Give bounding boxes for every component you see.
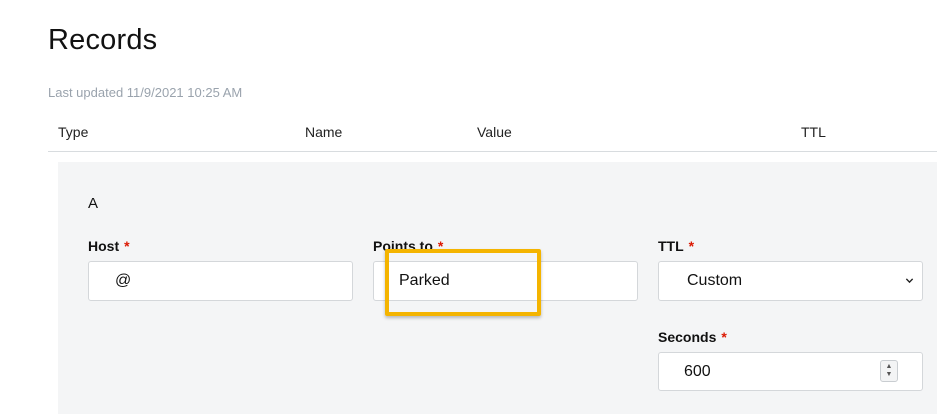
required-mark: * bbox=[721, 329, 727, 345]
last-updated-text: Last updated 11/9/2021 10:25 AM bbox=[48, 85, 243, 100]
number-stepper-icon[interactable]: ▲ ▼ bbox=[880, 360, 898, 382]
required-mark: * bbox=[124, 238, 130, 254]
seconds-input-value: 600 bbox=[684, 362, 711, 380]
ttl-label: TTL * bbox=[658, 238, 694, 254]
record-type-label: A bbox=[88, 195, 99, 212]
page-title: Records bbox=[48, 24, 158, 56]
points-to-input-value: Parked bbox=[399, 272, 450, 289]
points-to-label: Points to * bbox=[373, 238, 443, 254]
column-header-type[interactable]: Type bbox=[58, 124, 88, 140]
required-mark: * bbox=[437, 238, 444, 254]
chevron-down-icon[interactable] bbox=[905, 276, 914, 285]
records-table-header: Type Name Value TTL bbox=[48, 112, 937, 152]
column-header-value[interactable]: Value bbox=[477, 124, 512, 140]
points-to-input[interactable]: Parked bbox=[373, 261, 638, 301]
ttl-select[interactable]: Custom bbox=[658, 261, 923, 301]
seconds-input[interactable]: 600 ▲ ▼ bbox=[658, 352, 923, 391]
host-label: Host * bbox=[88, 238, 130, 254]
ttl-select-value: Custom bbox=[687, 272, 743, 289]
host-input[interactable]: @ bbox=[88, 261, 353, 301]
host-label-text: Host bbox=[88, 238, 120, 254]
ttl-label-text: TTL bbox=[658, 238, 684, 254]
stepper-down-icon[interactable]: ▼ bbox=[886, 371, 893, 379]
seconds-label: Seconds * bbox=[658, 329, 727, 345]
host-input-value: @ bbox=[115, 272, 132, 289]
column-header-name[interactable]: Name bbox=[305, 124, 342, 140]
points-to-label-text: Points to bbox=[373, 238, 433, 254]
required-mark: * bbox=[688, 238, 695, 254]
dns-records-page: Records Last updated 11/9/2021 10:25 AM … bbox=[0, 0, 937, 414]
seconds-label-text: Seconds bbox=[658, 329, 717, 345]
record-edit-panel: A Host * @ Points to * Parked TTL * Custom … bbox=[58, 162, 937, 414]
stepper-up-icon[interactable]: ▲ bbox=[886, 363, 893, 371]
column-header-ttl[interactable]: TTL bbox=[801, 124, 826, 140]
